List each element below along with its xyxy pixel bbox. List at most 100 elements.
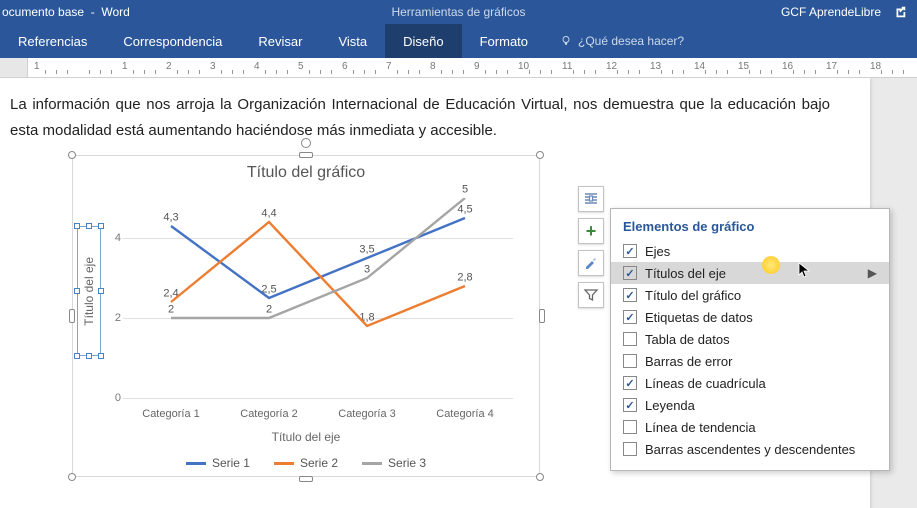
document-title: ocumento base - Word <box>2 5 130 19</box>
legend-label: Serie 3 <box>388 456 426 470</box>
selection-handle[interactable] <box>536 473 544 481</box>
flyout-item[interactable]: ✓Líneas de cuadrícula <box>611 372 889 394</box>
tab-correspondencia[interactable]: Correspondencia <box>105 24 240 58</box>
checkbox[interactable] <box>623 332 637 346</box>
funnel-icon <box>583 287 599 303</box>
y-axis-title[interactable]: Título del eje <box>82 257 96 326</box>
x-category-label: Categoría 4 <box>416 408 514 420</box>
x-category-label: Categoría 3 <box>318 408 416 420</box>
ruler-number: 7 <box>386 61 392 72</box>
share-icon[interactable] <box>893 5 907 19</box>
chart-filters-button[interactable] <box>578 282 604 308</box>
chart-elements-button[interactable]: + <box>578 218 604 244</box>
ruler-number: 14 <box>694 61 705 72</box>
chart-styles-button[interactable] <box>578 250 604 276</box>
ruler-number: 1 <box>34 61 40 72</box>
window-title-bar: ocumento base - Word Herramientas de grá… <box>0 0 917 24</box>
legend-item[interactable]: Serie 3 <box>362 456 426 470</box>
ruler-number: 17 <box>826 61 837 72</box>
checkbox[interactable] <box>623 442 637 456</box>
checkbox[interactable]: ✓ <box>623 398 637 412</box>
tab-revisar[interactable]: Revisar <box>240 24 320 58</box>
chart-title[interactable]: Título del gráfico <box>73 156 539 186</box>
checkbox[interactable]: ✓ <box>623 310 637 324</box>
ruler-number: 8 <box>430 61 436 72</box>
checkbox[interactable]: ✓ <box>623 266 637 280</box>
body-paragraph[interactable]: La información que nos arroja la Organiz… <box>10 92 830 143</box>
flyout-item[interactable]: Barras ascendentes y descendentes <box>611 438 889 460</box>
legend-swatch <box>274 462 294 465</box>
checkbox[interactable]: ✓ <box>623 288 637 302</box>
legend-swatch <box>362 462 382 465</box>
x-category-label: Categoría 1 <box>122 408 220 420</box>
flyout-item[interactable]: ✓ Ejes <box>611 240 889 262</box>
flyout-item-label: Barras ascendentes y descendentes <box>645 442 855 457</box>
flyout-item[interactable]: Barras de error <box>611 350 889 372</box>
flyout-item[interactable]: ✓ Título del gráfico <box>611 284 889 306</box>
y-tick-label: 2 <box>105 312 121 324</box>
tab-vista[interactable]: Vista <box>320 24 385 58</box>
checkbox[interactable] <box>623 354 637 368</box>
ruler-number: 5 <box>298 61 304 72</box>
checkbox[interactable]: ✓ <box>623 376 637 390</box>
tab-formato[interactable]: Formato <box>462 24 546 58</box>
chart-legend[interactable]: Serie 1 Serie 2 Serie 3 <box>73 456 539 470</box>
checkbox[interactable]: ✓ <box>623 244 637 258</box>
chart-elements-flyout: Elementos de gráfico ✓ Ejes ✓Títulos del e… <box>610 208 890 471</box>
horizontal-ruler[interactable]: 1123456789101112131415161718 <box>28 58 917 77</box>
selection-handle[interactable] <box>539 309 545 323</box>
flyout-item[interactable]: Tabla de datos <box>611 328 889 350</box>
data-label: 5 <box>462 184 468 196</box>
selection-handle[interactable] <box>68 473 76 481</box>
chart-side-tools: + <box>578 186 604 308</box>
x-axis-title[interactable]: Título del eje <box>272 430 341 444</box>
layout-options-button[interactable] <box>578 186 604 212</box>
account-name[interactable]: GCF AprendeLibre <box>781 5 881 19</box>
flyout-item-label: Título del gráfico <box>645 288 741 303</box>
brush-icon <box>583 255 599 271</box>
document-area: La información que nos arroja la Organiz… <box>0 78 917 508</box>
ruler-number: 15 <box>738 61 749 72</box>
ruler-number: 16 <box>782 61 793 72</box>
y-tick-label: 0 <box>105 392 121 404</box>
selection-handle[interactable] <box>68 151 76 159</box>
rotate-handle[interactable] <box>301 138 311 148</box>
flyout-item[interactable]: ✓ Etiquetas de datos <box>611 306 889 328</box>
selection-handle[interactable] <box>536 151 544 159</box>
ruler-number: 11 <box>562 61 572 72</box>
ruler-number: 1 <box>122 61 128 72</box>
layout-options-icon <box>583 191 599 207</box>
legend-label: Serie 1 <box>212 456 250 470</box>
selection-handle[interactable] <box>299 152 313 158</box>
flyout-item-label: Etiquetas de datos <box>645 310 753 325</box>
ruler-number: 18 <box>870 61 881 72</box>
selection-handle[interactable] <box>299 476 313 482</box>
flyout-item[interactable]: ✓Títulos del eje▶ <box>611 262 889 284</box>
y-axis-title-box[interactable]: Título del eje <box>77 226 101 356</box>
plot-area[interactable]: 024Categoría 1Categoría 2Categoría 3Cate… <box>123 198 513 398</box>
ruler-number: 12 <box>606 61 617 72</box>
ribbon-tabs: Referencias Correspondencia Revisar Vist… <box>0 24 917 58</box>
selection-handle[interactable] <box>69 309 75 323</box>
legend-item[interactable]: Serie 2 <box>274 456 338 470</box>
flyout-title: Elementos de gráfico <box>611 217 889 240</box>
flyout-item[interactable]: ✓Leyenda <box>611 394 889 416</box>
chart-object[interactable]: Título del gráfico Título del eje 024Cat… <box>72 155 540 477</box>
tell-me-placeholder: ¿Qué desea hacer? <box>578 34 684 48</box>
checkbox[interactable] <box>623 420 637 434</box>
legend-swatch <box>186 462 206 465</box>
ruler-number: 6 <box>342 61 348 72</box>
ruler-number: 13 <box>650 61 661 72</box>
tell-me-search[interactable]: ¿Qué desea hacer? <box>546 24 684 58</box>
lightbulb-icon <box>560 35 572 47</box>
flyout-item-label: Tabla de datos <box>645 332 730 347</box>
tab-diseno[interactable]: Diseño <box>385 24 461 58</box>
legend-item[interactable]: Serie 1 <box>186 456 250 470</box>
flyout-item-label: Línea de tendencia <box>645 420 756 435</box>
ruler-number: 9 <box>474 61 480 72</box>
flyout-item[interactable]: Línea de tendencia <box>611 416 889 438</box>
tab-referencias[interactable]: Referencias <box>0 24 105 58</box>
contextual-tab-title: Herramientas de gráficos <box>0 5 917 19</box>
ruler: 1123456789101112131415161718 <box>0 58 917 78</box>
flyout-item-label: Ejes <box>645 244 670 259</box>
